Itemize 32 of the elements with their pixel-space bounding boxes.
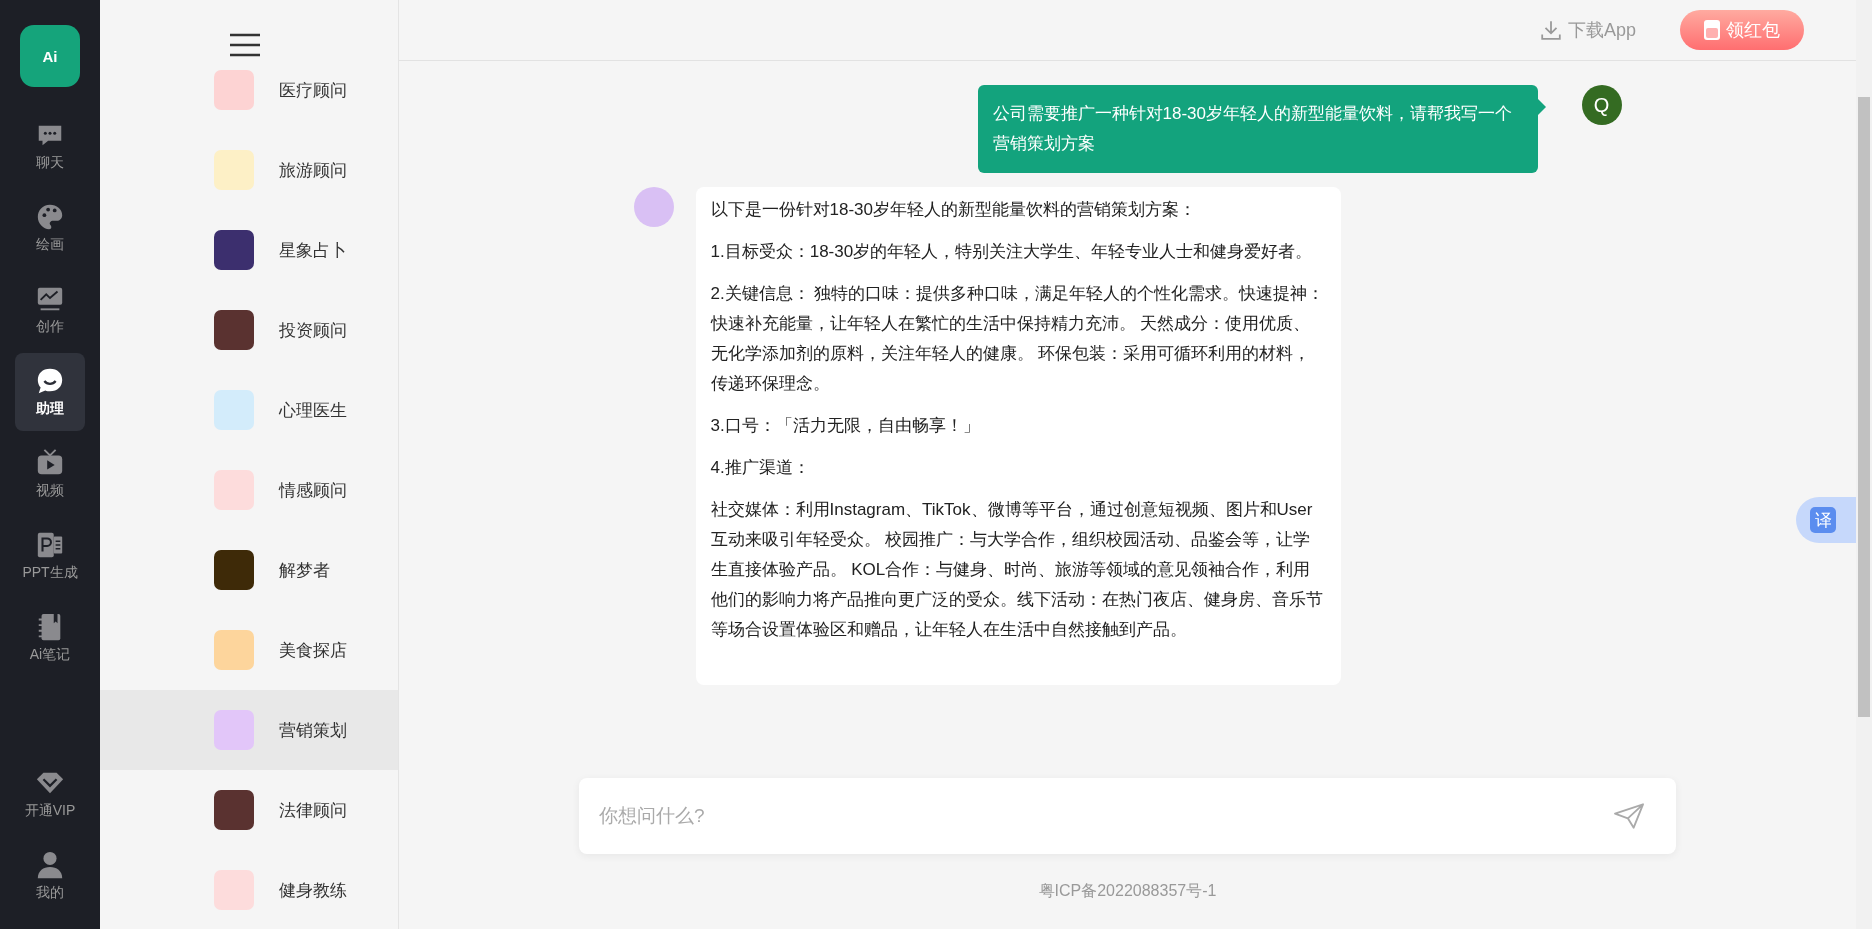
assistant-item[interactable]: 美食探店 <box>100 610 398 690</box>
nav-item[interactable]: 绘画 <box>15 189 85 267</box>
send-icon[interactable] <box>1612 802 1646 830</box>
assistant-message: 以下是一份针对18-30岁年轻人的新型能量饮料的营销策划方案： 1.目标受众：18-30岁的年轻人，特别关注大学生、年轻专业人士和健身爱好者。 2.关键信息： 独特的口味：提供多种口味，满足年轻人的个性化需求。快速提神：快速补充能量，让年轻人在繁忙的生活中保持精力充沛。 天然成分：使用优质、无化学添加剂的原料，关注年轻人的健康。 环保包装：采用可循环利用的材料，传递环保理念。 3.口号：「活力无限，自由畅享！」 4.推广渠道： 社交媒体：利用Instagram、TikTok、微博等平台，通过创意短视频、图片和User互动来吸引年轻受众。 校园推广：与大学合作，组织校园活动、品鉴会等，让学生直接体验产品。 KOL合作：与健身、时尚、旅游等领域的意见领袖合作，利用他们的影响力将产品推向更广泛的受众。线下活动：在热门夜店、健身房、音乐节等场合设置体验区和赠品，让年轻人在生活中自然接触到产品。 <box>695 187 1341 685</box>
assistant-item[interactable]: 心理医生 <box>100 370 398 450</box>
assistant-item[interactable]: 情感顾问 <box>100 450 398 530</box>
nav-item[interactable]: 开通VIP <box>15 755 85 833</box>
assistant-avatar <box>633 187 674 227</box>
bubble-tail <box>1537 99 1546 115</box>
nav-item[interactable]: 视频 <box>15 435 85 513</box>
nav-item[interactable]: 助理 <box>15 353 85 431</box>
icp-license-text: 粤ICP备2022088357号-1 <box>1038 881 1217 901</box>
nav-item[interactable]: 聊天 <box>15 107 85 185</box>
user-message: 公司需要推广一种针对18-30岁年轻人的新型能量饮料，请帮我写一个营销策划方案 <box>977 85 1538 173</box>
nav-item[interactable]: 创作 <box>15 271 85 349</box>
assistant-item[interactable]: 解梦者 <box>100 530 398 610</box>
scrollbar[interactable] <box>1856 0 1872 929</box>
assistant-item[interactable]: 星象占卜 <box>100 210 398 290</box>
assistant-item[interactable]: 投资顾问 <box>100 290 398 370</box>
menu-icon[interactable] <box>229 33 261 57</box>
nav-item[interactable]: 我的 <box>15 837 85 915</box>
assistant-item[interactable]: 旅游顾问 <box>100 130 398 210</box>
assistant-item[interactable]: 法律顾问 <box>100 770 398 850</box>
assistant-item[interactable]: 营销策划 <box>100 690 398 770</box>
user-avatar: Q <box>1581 85 1622 125</box>
download-icon <box>1539 19 1562 41</box>
assistant-item[interactable]: 医疗顾问 <box>100 50 398 130</box>
nav-item[interactable]: PPT生成 <box>15 517 85 595</box>
question-input-field[interactable]: 你想问什么? <box>579 778 1676 854</box>
assistant-item[interactable]: 健身教练 <box>100 850 398 929</box>
envelope-icon <box>1704 20 1720 40</box>
nav-item[interactable]: Ai笔记 <box>15 599 85 677</box>
